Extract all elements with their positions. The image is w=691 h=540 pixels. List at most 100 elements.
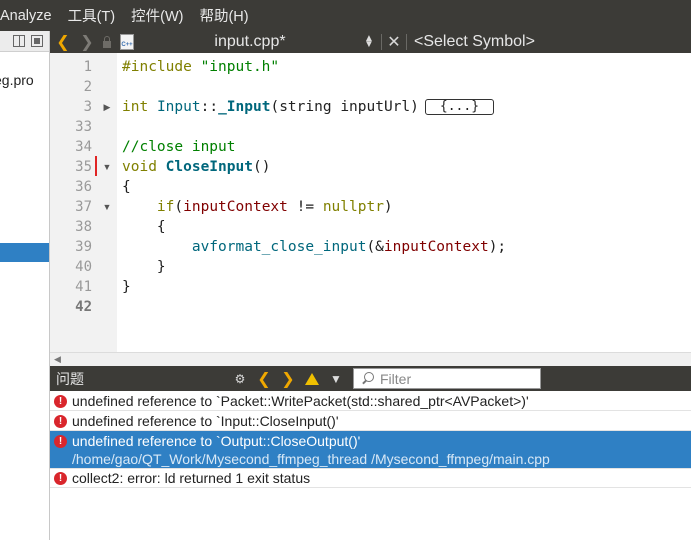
brace: } bbox=[156, 259, 166, 275]
close-pane-icon[interactable] bbox=[31, 35, 43, 47]
line-number-gutter: 1 2 3 33 34 35 36 37 38 39 40 41 42 ▶ ▼ … bbox=[50, 53, 117, 352]
modified-line-marker bbox=[95, 156, 97, 176]
variable: inputContext bbox=[383, 239, 489, 255]
editor-toolbar: ❮ ❯ C++ input.cpp* ▲ ▼ ✕ <Select Symbol> bbox=[50, 31, 691, 53]
code-line-34: //close input bbox=[122, 139, 236, 155]
issue-message: undefined reference to `Input::CloseInpu… bbox=[72, 413, 339, 429]
issue-message: collect2: error: ld returned 1 exit stat… bbox=[72, 470, 311, 486]
previous-issue-icon[interactable]: ❮ bbox=[252, 366, 276, 391]
function-name: _Input bbox=[218, 99, 271, 115]
line-number: 35 bbox=[75, 159, 92, 175]
filter-input[interactable]: Filter bbox=[353, 368, 541, 389]
code-line-38: { bbox=[122, 217, 166, 237]
line-number: 38 bbox=[75, 219, 92, 235]
code-line-36: { bbox=[122, 179, 131, 195]
lock-icon[interactable] bbox=[98, 31, 116, 53]
line-number: 33 bbox=[75, 119, 92, 135]
issue-row-selected[interactable]: ! undefined reference to `Output::CloseO… bbox=[50, 431, 691, 469]
build-issues-icon[interactable]: ⚙ bbox=[228, 366, 252, 391]
issue-row[interactable]: ! undefined reference to `Packet::WriteP… bbox=[50, 391, 691, 411]
warning-filter-icon[interactable] bbox=[300, 366, 324, 391]
issues-panel-title: 问题 bbox=[56, 370, 84, 387]
line-number: 40 bbox=[75, 259, 92, 275]
variable: inputContext bbox=[183, 199, 288, 215]
menu-analyze[interactable]: Analyze bbox=[0, 8, 60, 24]
paren: (& bbox=[366, 239, 384, 255]
fold-collapse-icon[interactable]: ▼ bbox=[102, 157, 112, 177]
if-keyword: if bbox=[156, 199, 175, 215]
issue-message: undefined reference to `Output::CloseOut… bbox=[72, 433, 361, 449]
cpp-file-icon: C++ bbox=[116, 31, 138, 53]
sidebar-item-selected[interactable] bbox=[0, 243, 49, 262]
project-sidebar: eg.pro bbox=[0, 31, 50, 540]
filter-icon[interactable]: ▼ bbox=[324, 366, 348, 391]
forward-arrow-icon[interactable]: ❯ bbox=[76, 31, 98, 53]
line-number: 34 bbox=[75, 139, 92, 155]
code-line-37: if(inputContext != nullptr) bbox=[122, 197, 393, 217]
issue-row[interactable]: ! collect2: error: ld returned 1 exit st… bbox=[50, 469, 691, 488]
menu-controls[interactable]: 控件(W) bbox=[123, 5, 191, 26]
error-icon: ! bbox=[54, 435, 67, 448]
scope-operator: :: bbox=[200, 99, 219, 115]
horizontal-scrollbar[interactable]: ◀ bbox=[50, 352, 691, 366]
toolbar-divider bbox=[406, 34, 407, 50]
line-number: 1 bbox=[83, 59, 92, 75]
code-line-35: void CloseInput() bbox=[122, 157, 270, 177]
fold-collapse-icon[interactable]: ▼ bbox=[102, 197, 112, 217]
issues-list: ! undefined reference to `Packet::WriteP… bbox=[50, 391, 691, 540]
paren: ) bbox=[410, 99, 419, 115]
line-number: 39 bbox=[75, 239, 92, 255]
paren: ); bbox=[488, 239, 507, 255]
code-line-40: } bbox=[122, 257, 166, 277]
issue-file-path[interactable]: /home/gao/QT_Work/Mysecond_ffmpeg_thread… bbox=[72, 451, 550, 467]
paren: ( bbox=[174, 199, 184, 215]
file-type-label: C++ bbox=[120, 34, 134, 50]
paren: ) bbox=[383, 199, 393, 215]
line-number: 2 bbox=[83, 79, 92, 95]
search-icon bbox=[360, 371, 376, 387]
issue-message: undefined reference to `Packet::WritePac… bbox=[72, 393, 529, 409]
filter-placeholder: Filter bbox=[380, 370, 412, 387]
close-document-icon[interactable]: ✕ bbox=[385, 31, 403, 53]
code-line-39: avformat_close_input(&inputContext); bbox=[122, 237, 506, 257]
sidebar-item-project-file[interactable]: eg.pro bbox=[0, 72, 34, 88]
scroll-left-icon[interactable]: ◀ bbox=[54, 354, 61, 365]
sidebar-toolbar bbox=[0, 31, 49, 52]
brace: { bbox=[156, 219, 166, 235]
parens: () bbox=[252, 159, 271, 175]
param-type: string bbox=[279, 99, 332, 115]
code-line-3: int Input::_Input(string inputUrl) {...} bbox=[122, 97, 495, 117]
param-name: inputUrl bbox=[340, 99, 411, 115]
code-line-1: #include "input.h" bbox=[122, 57, 279, 77]
folded-block-marker[interactable]: {...} bbox=[424, 99, 495, 115]
fold-expand-icon[interactable]: ▶ bbox=[102, 97, 112, 117]
issue-row[interactable]: ! undefined reference to `Input::CloseIn… bbox=[50, 411, 691, 431]
line-number: 37 bbox=[75, 199, 92, 215]
current-line-number: 42 bbox=[75, 299, 92, 315]
split-icon[interactable] bbox=[13, 35, 25, 47]
issues-panel-header: 问题 ⚙ ❮ ❯ ▼ Filter bbox=[50, 366, 691, 391]
back-arrow-icon[interactable]: ❮ bbox=[50, 31, 76, 53]
error-icon: ! bbox=[54, 395, 67, 408]
menu-help[interactable]: 帮助(H) bbox=[191, 5, 256, 26]
menubar: Analyze 工具(T) 控件(W) 帮助(H) bbox=[0, 0, 691, 31]
line-number: 41 bbox=[75, 279, 92, 295]
function-name: CloseInput bbox=[165, 159, 253, 175]
paren: ( bbox=[270, 99, 280, 115]
code-line-41: } bbox=[122, 279, 131, 295]
toolbar-divider bbox=[381, 34, 382, 50]
line-number: 3 bbox=[83, 99, 92, 115]
updown-arrows-icon[interactable]: ▲ ▼ bbox=[360, 31, 378, 53]
null-keyword: nullptr bbox=[322, 199, 384, 215]
class-name: Input bbox=[156, 99, 201, 115]
open-document-select[interactable]: input.cpp* bbox=[138, 31, 360, 53]
menu-tools[interactable]: 工具(T) bbox=[60, 5, 124, 26]
return-type: void bbox=[122, 159, 157, 175]
error-icon: ! bbox=[54, 472, 67, 485]
code-editor[interactable]: 1 2 3 33 34 35 36 37 38 39 40 41 42 ▶ ▼ … bbox=[50, 53, 691, 352]
include-path: "input.h" bbox=[200, 59, 280, 75]
next-issue-icon[interactable]: ❯ bbox=[276, 366, 300, 391]
symbol-select[interactable]: <Select Symbol> bbox=[410, 31, 535, 53]
preprocessor-directive: #include bbox=[122, 59, 192, 75]
line-number: 36 bbox=[75, 179, 92, 195]
